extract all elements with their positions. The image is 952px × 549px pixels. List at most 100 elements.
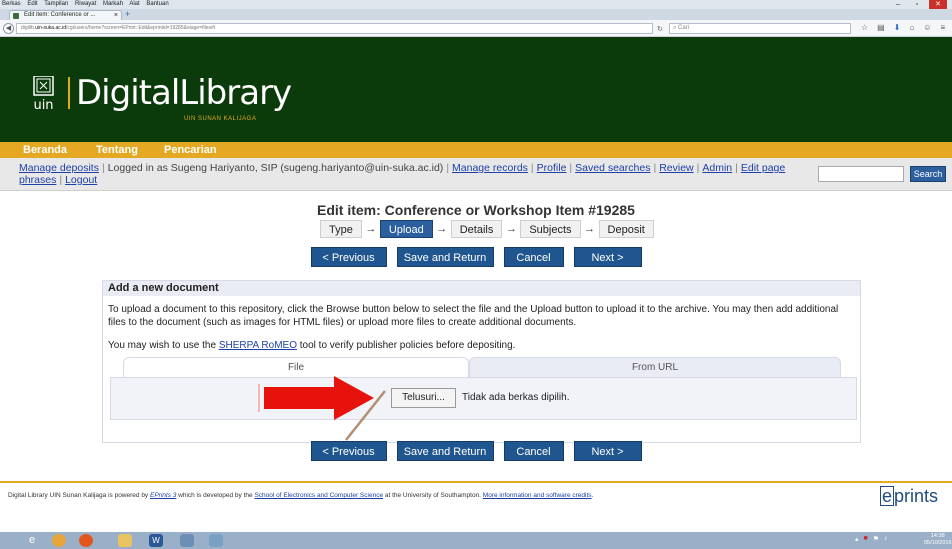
step-deposit[interactable]: Deposit (598, 220, 654, 238)
menu-alat[interactable]: Alat (129, 1, 139, 7)
step-subjects[interactable]: Subjects (520, 220, 581, 238)
upload-instructions: To upload a document to this repository,… (108, 304, 839, 328)
browser-nav-bar: ◀ digilib.uin-suka.ac.id/cgi/users/home?… (0, 20, 952, 37)
reading-list-icon[interactable]: ▤ (877, 23, 885, 32)
paint-icon[interactable] (209, 534, 223, 547)
step-arrow: → (365, 223, 377, 235)
url-host: uin-suka.ac.id (35, 25, 67, 31)
menu-riwayat[interactable]: Riwayat (75, 1, 96, 7)
browser-search-placeholder: Cari (678, 25, 690, 31)
chat-icon[interactable]: ☺ (923, 23, 931, 32)
clock-time: 14:38 (930, 533, 945, 539)
profile-link[interactable]: Profile (537, 162, 567, 174)
uin-logo-icon[interactable]: uin (28, 76, 59, 112)
browser-menu-bar: Berkas Edit Tampilan Riwayat Markah Alat… (0, 0, 952, 9)
browser-tab[interactable]: Edit item: Conference or ... × (9, 10, 122, 20)
upload-tabs: File From URL (123, 357, 841, 377)
site-logo-text[interactable]: DigitalLibrary (76, 73, 292, 113)
nav-pencarian[interactable]: Pencarian (164, 144, 217, 156)
save-return-button[interactable]: Save and Return (396, 247, 494, 267)
panel-heading: Add a new document (103, 281, 860, 296)
minimize-icon[interactable]: – (891, 0, 905, 9)
maximize-icon[interactable]: ▫ (910, 0, 924, 9)
next-button[interactable]: Next > (573, 247, 642, 267)
main-nav: Beranda Tentang Pencarian (0, 142, 952, 158)
chrome-icon[interactable] (52, 534, 66, 547)
reload-icon[interactable]: ↻ (657, 25, 663, 33)
firefox-icon[interactable] (79, 534, 93, 547)
logout-link[interactable]: Logout (65, 174, 97, 186)
home-icon[interactable]: ⌂ (909, 23, 914, 32)
saved-searches-link[interactable]: Saved searches (575, 162, 650, 174)
sherpa-romeo-link[interactable]: SHERPA RoMEO (219, 340, 297, 351)
ie-icon[interactable]: e (25, 534, 39, 547)
cancel-button[interactable]: Cancel (503, 247, 564, 267)
windows-taskbar: e W ▴ ■ ⚑ ♪ 14:38 05/10/2016 (0, 532, 952, 549)
tab-title: Edit item: Conference or ... (24, 12, 96, 18)
app-icon[interactable] (180, 534, 194, 547)
site-header: uin DigitalLibrary UIN SUNAN KALIJAGA (0, 37, 952, 142)
logo-digital: Digital (76, 73, 180, 113)
menu-berkas[interactable]: Berkas (2, 1, 21, 7)
step-details[interactable]: Details (450, 220, 503, 238)
taskbar-clock[interactable]: 14:38 05/10/2016 (924, 533, 952, 547)
cancel-button-bottom[interactable]: Cancel (503, 441, 564, 461)
eprints-logo-e: e (880, 486, 895, 506)
browser-search-field[interactable]: ⌕ Cari (669, 23, 851, 34)
step-arrow: → (436, 223, 448, 235)
favicon-icon (13, 13, 19, 19)
back-icon[interactable]: ◀ (3, 23, 14, 34)
tab-from-url[interactable]: From URL (469, 357, 841, 377)
new-tab-icon[interactable]: + (125, 10, 130, 19)
site-search-input[interactable] (818, 166, 904, 182)
system-tray: ▴ ■ ⚑ ♪ (855, 535, 888, 543)
volume-icon[interactable]: ♪ (884, 535, 888, 543)
eprints-link[interactable]: EPrints 3 (150, 492, 176, 499)
review-link[interactable]: Review (659, 162, 693, 174)
network-icon[interactable]: ■ (864, 535, 868, 543)
folder-icon[interactable] (118, 534, 132, 547)
word-icon[interactable]: W (149, 534, 163, 547)
close-window-icon[interactable]: ✕ (929, 0, 947, 9)
login-bar: Manage deposits | Logged in as Sugeng Hari… (0, 158, 952, 191)
menu-bantuan[interactable]: Bantuan (146, 1, 168, 7)
menu-icon[interactable]: ≡ (940, 23, 945, 32)
toolbar-icons: ☆ ▤ ⬇ ⌂ ☺ ≡ (861, 23, 945, 32)
footer-divider (0, 481, 952, 483)
user-links: Manage deposits | Logged in as Sugeng Hari… (19, 162, 786, 186)
previous-button[interactable]: < Previous (310, 247, 387, 267)
school-link[interactable]: School of Electronics and Computer Scien… (254, 492, 383, 499)
nav-beranda[interactable]: Beranda (23, 144, 67, 156)
step-upload[interactable]: Upload (379, 220, 433, 238)
menu-edit[interactable]: Edit (27, 1, 37, 7)
nav-tentang[interactable]: Tentang (96, 144, 138, 156)
tab-close-icon[interactable]: × (114, 11, 118, 20)
footer-text-3: at the University of Southampton. (383, 492, 483, 499)
url-bar[interactable]: digilib.uin-suka.ac.id/cgi/users/home?sc… (16, 23, 653, 34)
step-type[interactable]: Type (320, 220, 362, 238)
footer-text-1: Digital Library UIN Sunan Kalijaga is po… (8, 492, 150, 499)
previous-button-bottom[interactable]: < Previous (310, 441, 387, 461)
bookmark-star-icon[interactable]: ☆ (861, 23, 868, 32)
menu-markah[interactable]: Markah (103, 1, 123, 7)
manage-records-link[interactable]: Manage records (452, 162, 528, 174)
menu-tampilan[interactable]: Tampilan (44, 1, 68, 7)
file-upload-box: Telusuri... Tidak ada berkas dipilih. (110, 377, 857, 420)
save-return-button-bottom[interactable]: Save and Return (396, 441, 494, 461)
logo-library: Library (179, 73, 292, 113)
admin-link[interactable]: Admin (702, 162, 732, 174)
flag-icon[interactable]: ⚑ (873, 535, 879, 543)
site-search-button[interactable]: Search (910, 166, 946, 182)
manage-deposits-link[interactable]: Manage deposits (19, 162, 99, 174)
clock-date: 05/10/2016 (924, 540, 952, 546)
footer-text-2: which is developed by the (176, 492, 255, 499)
tray-arrow-icon[interactable]: ▴ (855, 535, 859, 543)
next-button-bottom[interactable]: Next > (573, 441, 642, 461)
browse-file-button[interactable]: Telusuri... (391, 388, 456, 408)
url-path: /cgi/users/home?screen=EPrint::Edit&epri… (66, 25, 216, 31)
footer-text: Digital Library UIN Sunan Kalijaga is po… (8, 492, 593, 499)
more-info-link[interactable]: More information and software credits (483, 492, 592, 499)
download-icon[interactable]: ⬇ (894, 23, 901, 32)
eprints-logo[interactable]: e prints (880, 486, 938, 507)
no-file-status: Tidak ada berkas dipilih. (462, 392, 570, 403)
